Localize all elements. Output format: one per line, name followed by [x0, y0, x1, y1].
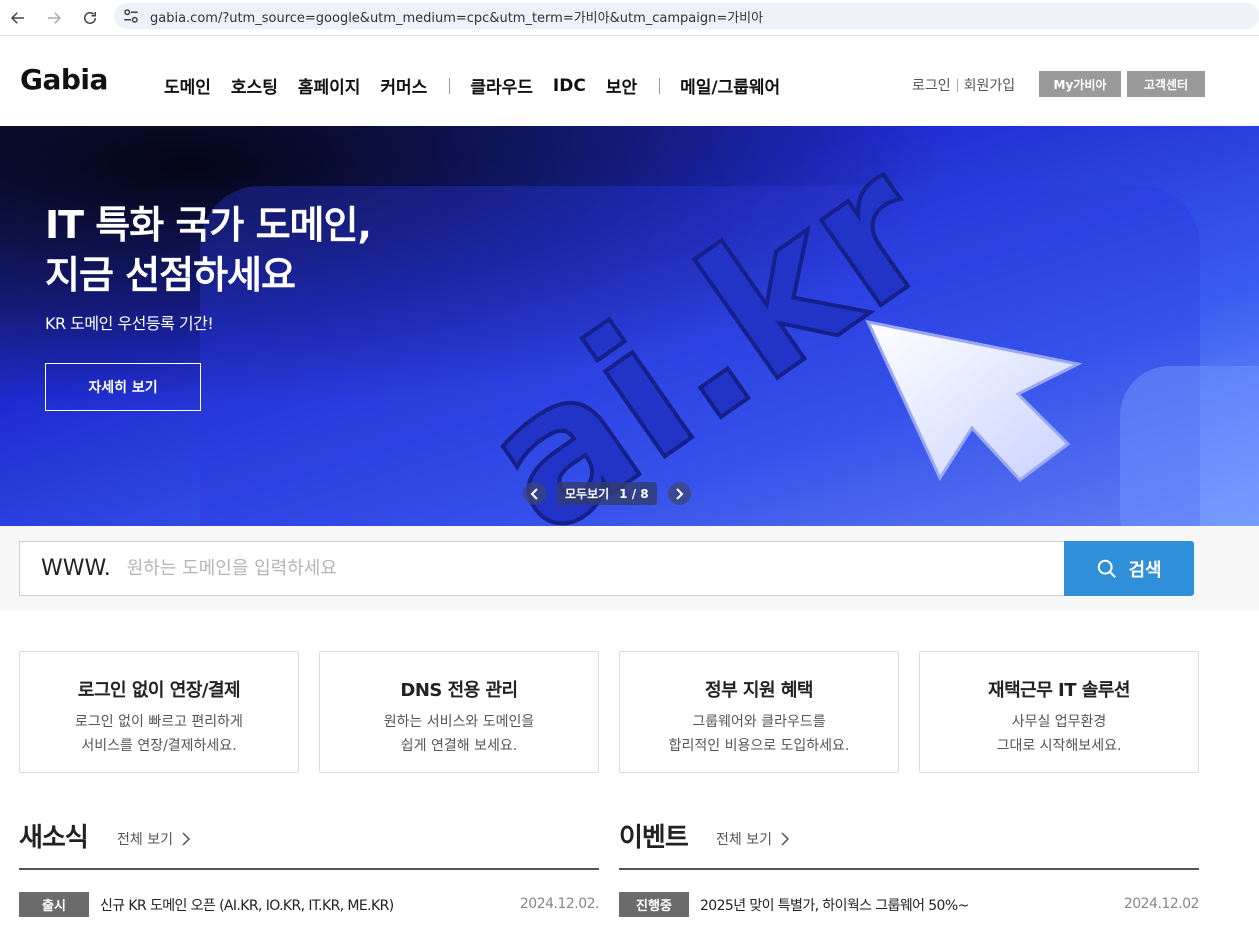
- card-desc: 그룹웨어와 클라우드를 합리적인 비용으로 도입하세요.: [668, 714, 850, 754]
- hero-subtitle: KR 도메인 우선등록 기간!: [45, 314, 214, 333]
- events-board: 이벤트 전체 보기 진행중 2025년 맞이 특별가, 하이웍스 그룹웨어 50…: [619, 812, 1200, 932]
- banner-view-all[interactable]: 모두보기 1 / 8: [557, 482, 657, 505]
- chevron-left-icon: [530, 487, 538, 500]
- event-item-date: 2024.12.02: [1123, 896, 1200, 912]
- signup-link[interactable]: 회원가입: [964, 75, 1016, 95]
- banner-count: 1 / 8: [619, 486, 649, 501]
- support-button[interactable]: 고객센터: [1127, 71, 1205, 97]
- nav-divider: [659, 77, 661, 94]
- card-title: 재택근무 IT 솔루션: [988, 680, 1130, 701]
- card-title: DNS 전용 관리: [400, 680, 518, 701]
- logo[interactable]: Gabia: [20, 63, 108, 96]
- search-icon: [1098, 559, 1117, 578]
- util-divider: [956, 78, 958, 92]
- search-button[interactable]: 검색: [1064, 541, 1194, 596]
- arrow-right-icon: [48, 11, 62, 24]
- hero-title: IT 특화 국가 도메인, 지금 선점하세요: [45, 203, 372, 297]
- card-remote-work[interactable]: 재택근무 IT 솔루션 사무실 업무환경 그대로 시작해보세요.: [919, 651, 1199, 773]
- nav-hosting[interactable]: 호스팅: [231, 73, 278, 98]
- card-desc: 로그인 없이 빠르고 편리하게 서비스를 연장/결제하세요.: [75, 714, 243, 754]
- util-links: 로그인 회원가입: [912, 75, 1015, 95]
- status-badge: 진행중: [619, 892, 689, 917]
- chevron-right-icon: [781, 832, 790, 846]
- view-all-label: 모두보기: [565, 487, 610, 501]
- arrow-left-icon: [10, 11, 24, 24]
- list-item[interactable]: 출시 신규 KR 도메인 오픈 (AI.KR, IO.KR, IT.KR, ME…: [19, 892, 600, 932]
- back-button[interactable]: [0, 3, 36, 33]
- events-view-all-link[interactable]: 전체 보기: [716, 829, 790, 849]
- view-all-label: 전체 보기: [716, 832, 772, 848]
- my-gabia-button[interactable]: My가비아: [1039, 71, 1121, 97]
- events-header: 이벤트 전체 보기: [619, 812, 1199, 870]
- card-desc: 원하는 서비스와 도메인을 쉽게 연결해 보세요.: [383, 714, 535, 754]
- news-item-date: 2024.12.02.: [519, 896, 600, 912]
- site-header: Gabia 도메인 호스팅 홈페이지 커머스 클라우드 IDC 보안 메일/그룹…: [0, 36, 1259, 126]
- nav-idc[interactable]: IDC: [553, 76, 586, 96]
- main-nav: 도메인 호스팅 홈페이지 커머스 클라우드 IDC 보안 메일/그룹웨어: [164, 73, 800, 99]
- login-link[interactable]: 로그인: [912, 75, 951, 95]
- domain-search-input[interactable]: [126, 558, 1007, 579]
- chevron-right-icon: [182, 832, 191, 846]
- hero-banner[interactable]: ai.kr IT 특화 국가 도메인, 지금 선점하세요 KR 도메인 우선등록…: [0, 126, 1259, 526]
- site-settings-icon[interactable]: [122, 7, 140, 25]
- news-item-title[interactable]: 신규 KR 도메인 오픈 (AI.KR, IO.KR, IT.KR, ME.KR…: [100, 895, 394, 915]
- view-all-label: 전체 보기: [117, 832, 173, 848]
- card-title: 정부 지원 혜택: [705, 680, 813, 701]
- card-desc: 사무실 업무환경 그대로 시작해보세요.: [996, 714, 1122, 754]
- www-prefix: WWW.: [41, 556, 111, 581]
- banner-next-button[interactable]: [667, 482, 691, 505]
- chevron-right-icon: [676, 487, 684, 500]
- list-item[interactable]: 진행중 2025년 맞이 특별가, 하이웍스 그룹웨어 50%~ 2024.12…: [619, 892, 1200, 932]
- reload-icon: [84, 11, 96, 24]
- search-button-label: 검색: [1128, 559, 1162, 581]
- nav-security[interactable]: 보안: [606, 73, 637, 98]
- card-dns-management[interactable]: DNS 전용 관리 원하는 서비스와 도메인을 쉽게 연결해 보세요.: [319, 651, 599, 773]
- url-text[interactable]: gabia.com/?utm_source=google&utm_medium=…: [150, 7, 763, 26]
- forward-button[interactable]: [36, 3, 72, 33]
- news-header: 새소식 전체 보기: [19, 812, 599, 870]
- domain-search-area: WWW. 검색: [0, 526, 1259, 610]
- news-board: 새소식 전체 보기 출시 신규 KR 도메인 오픈 (AI.KR, IO.KR,…: [19, 812, 600, 932]
- nav-divider: [449, 77, 451, 94]
- address-bar[interactable]: gabia.com/?utm_source=google&utm_medium=…: [114, 3, 1259, 29]
- banner-prev-button[interactable]: [523, 482, 546, 505]
- nav-mail-groupware[interactable]: 메일/그룹웨어: [680, 73, 780, 98]
- news-title: 새소식: [19, 823, 89, 853]
- status-badge: 출시: [19, 892, 89, 917]
- events-title: 이벤트: [619, 823, 689, 853]
- event-item-title[interactable]: 2025년 맞이 특별가, 하이웍스 그룹웨어 50%~: [700, 895, 969, 915]
- card-renew-without-login[interactable]: 로그인 없이 연장/결제 로그인 없이 빠르고 편리하게 서비스를 연장/결제하…: [19, 651, 299, 773]
- banner-pager: 모두보기 1 / 8: [523, 482, 691, 505]
- nav-cloud[interactable]: 클라우드: [470, 73, 533, 98]
- nav-commerce[interactable]: 커머스: [380, 73, 427, 98]
- hero-detail-button[interactable]: 자세히 보기: [45, 363, 201, 411]
- nav-homepage[interactable]: 홈페이지: [298, 73, 361, 98]
- reload-button[interactable]: [72, 3, 108, 33]
- browser-toolbar: gabia.com/?utm_source=google&utm_medium=…: [0, 0, 1259, 36]
- card-government-support[interactable]: 정부 지원 혜택 그룹웨어와 클라우드를 합리적인 비용으로 도입하세요.: [619, 651, 899, 773]
- card-title: 로그인 없이 연장/결제: [77, 680, 241, 701]
- domain-search-box: WWW.: [19, 541, 1065, 596]
- nav-domain[interactable]: 도메인: [164, 73, 211, 98]
- news-view-all-link[interactable]: 전체 보기: [117, 829, 191, 849]
